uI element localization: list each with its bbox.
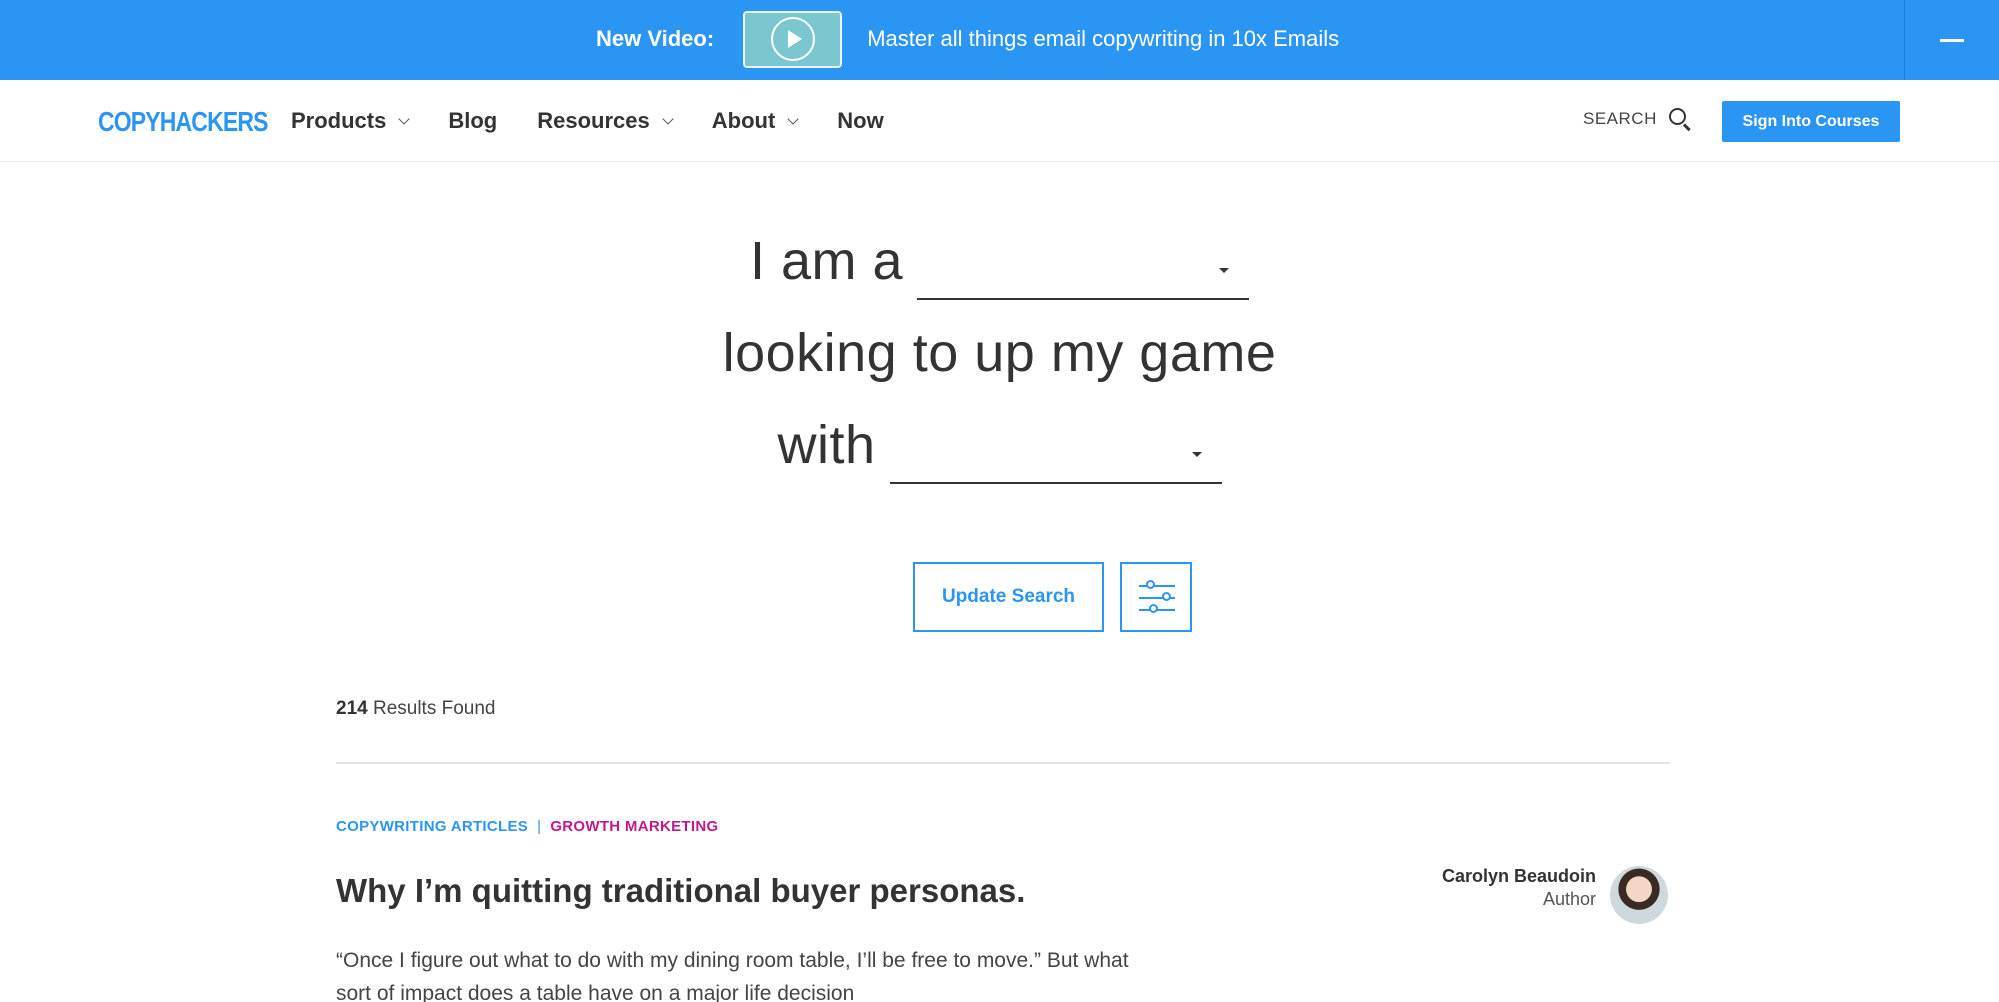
finder-prefix-role: I am a: [749, 231, 904, 291]
tag-growth-marketing[interactable]: GROWTH MARKETING: [550, 818, 718, 835]
site-logo[interactable]: COPYHACKERS: [98, 106, 268, 138]
nav-links: Products Blog Resources About Now: [291, 80, 924, 162]
nav-item-about[interactable]: About: [711, 108, 799, 134]
promo-label: New Video:: [596, 26, 715, 51]
promo-text[interactable]: Master all things email copywriting in 1…: [867, 26, 1339, 52]
tag-separator: |: [537, 818, 542, 835]
chevron-down-icon: [787, 112, 799, 125]
nav-item-label: Products: [291, 108, 387, 133]
main-navigation: COPYHACKERS Products Blog Resources Abou…: [0, 80, 1999, 162]
results-number: 214: [336, 698, 368, 719]
caret-down-icon: [1191, 452, 1202, 457]
finder-goal-text: looking to up my game: [722, 323, 1277, 383]
finder-line-goal: looking to up my game: [0, 320, 1999, 386]
filter-button[interactable]: [1120, 562, 1192, 632]
tag-copywriting-articles[interactable]: COPYWRITING ARTICLES: [336, 818, 528, 835]
nav-item-label: Blog: [448, 108, 498, 133]
nav-item-resources[interactable]: Resources: [537, 108, 674, 134]
author-avatar[interactable]: [1610, 866, 1668, 924]
promo-bar: New Video: Master all things email copyw…: [0, 0, 1999, 80]
search-actions: Update Search: [0, 562, 1999, 632]
search-toggle[interactable]: SEARCH: [1583, 108, 1691, 132]
search-label: SEARCH: [1583, 109, 1657, 128]
finder-line-topic: with: [0, 412, 1999, 484]
collapse-promo-button[interactable]: [1905, 0, 1999, 80]
results-count: 214 Results Found: [336, 698, 496, 720]
post-tags: COPYWRITING ARTICLES | GROWTH MARKETING: [336, 818, 718, 835]
search-icon: [1668, 108, 1691, 132]
video-thumbnail[interactable]: [743, 10, 843, 68]
nav-item-blog[interactable]: Blog: [448, 108, 497, 134]
play-icon: [770, 17, 815, 61]
promo-content[interactable]: New Video: Master all things email copyw…: [596, 10, 1339, 68]
nav-item-products[interactable]: Products: [291, 108, 411, 134]
chevron-down-icon: [662, 112, 674, 125]
minus-icon: [1940, 38, 1964, 42]
nav-item-label: Resources: [537, 108, 650, 133]
finder-prefix-topic: with: [777, 415, 876, 475]
post-author[interactable]: Carolyn Beaudoin Author: [1360, 866, 1596, 910]
nav-item-label: About: [711, 108, 776, 133]
nav-item-label: Now: [837, 108, 884, 133]
caret-down-icon: [1219, 268, 1230, 273]
finder-line-role: I am a: [0, 228, 1999, 300]
results-divider: [336, 762, 1670, 764]
chevron-down-icon: [398, 112, 411, 125]
role-select[interactable]: [917, 240, 1250, 300]
results-label: Results Found: [367, 698, 496, 719]
post-excerpt: “Once I figure out what to do with my di…: [336, 949, 1129, 1002]
nav-item-now[interactable]: Now: [837, 108, 883, 134]
sign-into-courses-button[interactable]: Sign Into Courses: [1722, 101, 1900, 142]
author-role: Author: [1542, 889, 1596, 909]
author-name: Carolyn Beaudoin: [1441, 866, 1596, 886]
post-title[interactable]: Why I’m quitting traditional buyer perso…: [336, 872, 1025, 910]
update-search-button[interactable]: Update Search: [913, 562, 1104, 632]
topic-select[interactable]: [889, 424, 1222, 484]
